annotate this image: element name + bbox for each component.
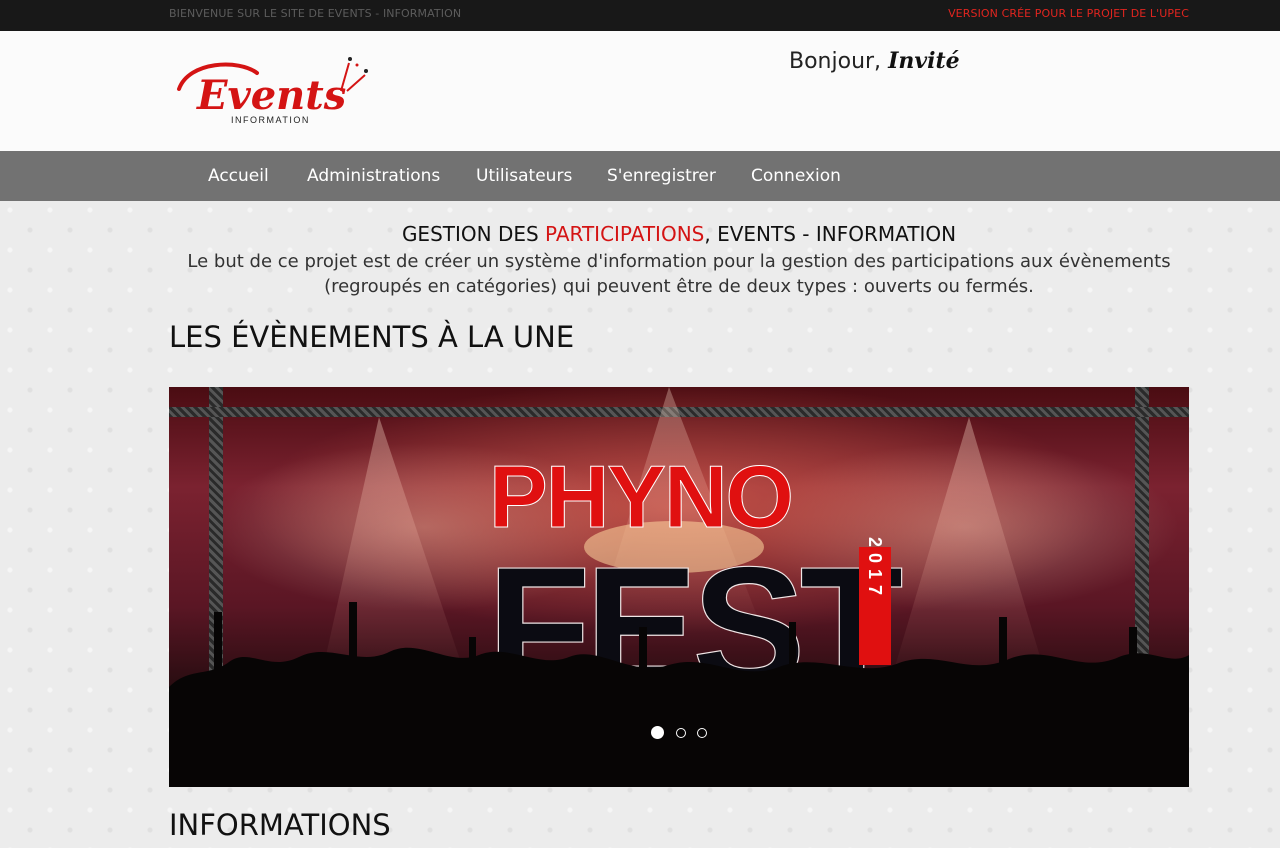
events-logo[interactable]: Events INFORMATION xyxy=(169,51,369,131)
carousel-dot-2[interactable] xyxy=(675,728,686,738)
featured-carousel[interactable]: PHYNO FEST 2017 xyxy=(169,387,1189,787)
nav-item-utilisateurs[interactable]: Utilisateurs xyxy=(476,166,572,186)
user-name: Invité xyxy=(888,48,960,74)
carousel-indicators xyxy=(169,723,1189,742)
nav-item-accueil[interactable]: Accueil xyxy=(208,166,269,186)
intro-title-accent: PARTICIPATIONS xyxy=(545,222,705,246)
logo-subtext: INFORMATION xyxy=(231,115,310,125)
intro-title-part2: , EVENTS - INFORMATION xyxy=(704,222,957,246)
greeting: Bonjour, Invité xyxy=(789,48,960,74)
logo-text: Events xyxy=(196,72,346,119)
carousel-dot-1[interactable] xyxy=(651,726,665,739)
intro-title: GESTION DES PARTICIPATIONS, EVENTS - INF… xyxy=(169,222,1189,246)
intro-title-part1: GESTION DES xyxy=(401,222,546,246)
header: Events INFORMATION Bonjour, Invité xyxy=(0,31,1280,151)
version-text: VERSION CRÉE POUR LE PROJET DE L'UPEC xyxy=(948,7,1189,20)
nav-item-administrations[interactable]: Administrations xyxy=(307,166,440,186)
slide-year: 2017 xyxy=(865,537,885,601)
informations-title: INFORMATIONS xyxy=(169,808,391,842)
intro-text: Le but de ce projet est de créer un syst… xyxy=(187,251,1171,297)
welcome-text: BIENVENUE SUR LE SITE DE EVENTS - INFORM… xyxy=(169,7,462,20)
greeting-label: Bonjour, xyxy=(789,49,882,74)
nav-item-register[interactable]: S'enregistrer xyxy=(607,166,716,186)
nav-item-connexion[interactable]: Connexion xyxy=(751,166,841,186)
carousel-dot-3[interactable] xyxy=(696,728,707,738)
featured-title: LES ÉVÈNEMENTS À LA UNE xyxy=(169,320,575,354)
main-nav: Accueil Administrations Utilisateurs S'e… xyxy=(0,151,1280,201)
top-bar: BIENVENUE SUR LE SITE DE EVENTS - INFORM… xyxy=(0,0,1280,31)
